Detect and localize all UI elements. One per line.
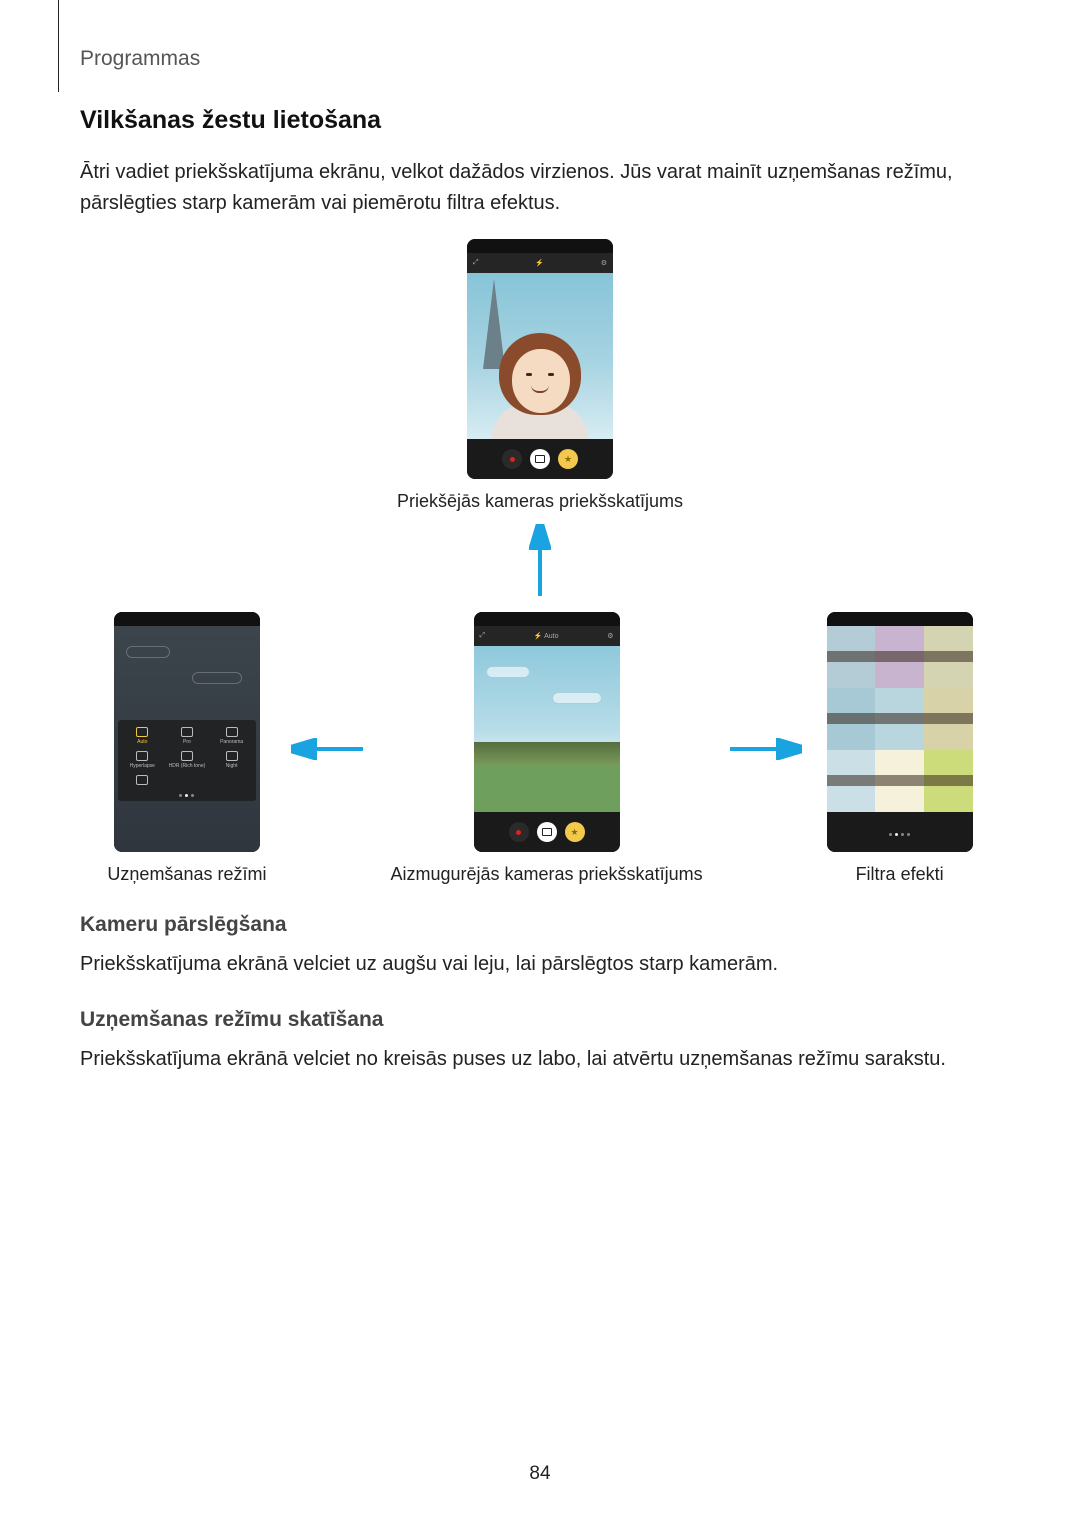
selfie-face-illustration	[500, 335, 580, 430]
resize-icon: ⤢	[473, 259, 479, 267]
mode-item[interactable]: Panorama	[209, 724, 254, 748]
sub2-body: Priekšskatījuma ekrānā velciet no kreisā…	[80, 1044, 1000, 1075]
sub2-title: Uzņemšanas režīmu skatīšana	[80, 1008, 1000, 1032]
shooting-modes-screen: Auto Pro Panorama Hyperlapse HDR (Rich t…	[114, 612, 260, 852]
mode-panel: Auto Pro Panorama Hyperlapse HDR (Rich t…	[118, 720, 256, 801]
filter-tile[interactable]	[924, 626, 973, 688]
filter-tile[interactable]	[875, 688, 924, 750]
flash-icon: ⚡ Auto	[534, 632, 559, 640]
mode-item[interactable]	[120, 772, 165, 790]
filter-tile[interactable]	[827, 626, 876, 688]
rear-caption: Aizmugurējās kameras priekšskatījums	[390, 864, 702, 885]
mode-item[interactable]: Pro	[165, 724, 210, 748]
intro-paragraph: Ātri vadiet priekšskatījuma ekrānu, velk…	[80, 157, 1000, 219]
mode-item[interactable]: HDR (Rich tone)	[165, 748, 210, 772]
resize-icon: ⤢	[480, 632, 486, 640]
front-caption: Priekšējās kameras priekšskatījums	[397, 491, 683, 512]
mode-item[interactable]: Night	[209, 748, 254, 772]
record-button[interactable]	[509, 822, 529, 842]
filters-caption: Filtra efekti	[856, 864, 944, 885]
gestures-diagram: ⤢ ⚡ ⚙	[80, 239, 1000, 885]
shutter-button[interactable]	[530, 449, 550, 469]
effects-button[interactable]	[565, 822, 585, 842]
record-button[interactable]	[502, 449, 522, 469]
arrow-up-icon	[529, 524, 551, 598]
modes-caption: Uzņemšanas režīmi	[107, 864, 266, 885]
effects-button[interactable]	[558, 449, 578, 469]
section-title: Vilkšanas žestu lietošana	[80, 106, 1000, 135]
shutter-button[interactable]	[537, 822, 557, 842]
breadcrumb: Programmas	[80, 47, 200, 71]
arrow-left-icon	[291, 738, 365, 760]
filter-tile[interactable]	[827, 750, 876, 812]
mode-item[interactable]: Hyperlapse	[120, 748, 165, 772]
filter-tile[interactable]	[924, 750, 973, 812]
gear-icon: ⚙	[607, 632, 613, 640]
filter-tile[interactable]	[827, 688, 876, 750]
rear-camera-preview: ⤢ ⚡ Auto ⚙	[474, 612, 620, 852]
mode-item[interactable]: Auto	[120, 724, 165, 748]
arrow-right-icon	[728, 738, 802, 760]
filter-tile[interactable]	[875, 750, 924, 812]
filter-tile[interactable]	[875, 626, 924, 688]
sub1-title: Kameru pārslēgšana	[80, 913, 1000, 937]
sub1-body: Priekšskatījuma ekrānā velciet uz augšu …	[80, 949, 1000, 980]
page-number: 84	[0, 1463, 1080, 1485]
flash-icon: ⚡	[535, 259, 544, 267]
gear-icon: ⚙	[601, 259, 607, 267]
filter-tile[interactable]	[924, 688, 973, 750]
filter-effects-screen	[827, 612, 973, 852]
front-camera-preview: ⤢ ⚡ ⚙	[467, 239, 613, 479]
